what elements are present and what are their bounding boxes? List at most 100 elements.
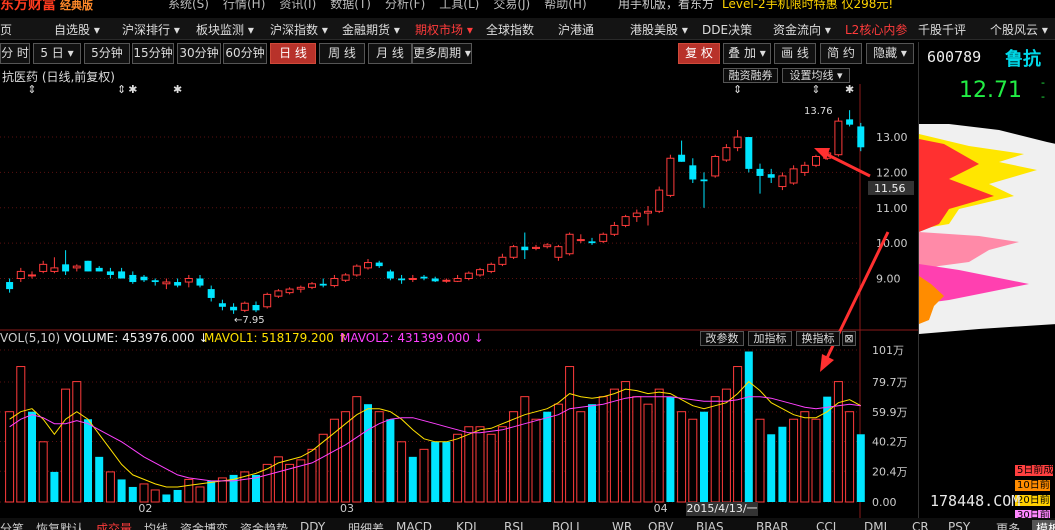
switch-indicator-button[interactable]: 换指标 xyxy=(796,331,840,346)
volume-bar xyxy=(364,404,372,502)
toolbar-button[interactable]: 叠 加 ▾ xyxy=(723,43,771,64)
top-menu-item[interactable]: 帮助(H) xyxy=(544,0,586,11)
volume-bar xyxy=(475,426,485,503)
indicator-tab[interactable]: OBV xyxy=(648,520,674,530)
event-marker-icon[interactable]: ✱ xyxy=(128,84,137,96)
candle-body xyxy=(375,262,383,267)
period-button[interactable]: 分 时 xyxy=(0,43,30,64)
indicator-tab[interactable]: DDY xyxy=(300,520,325,530)
nav-item[interactable]: DDE决策 xyxy=(702,21,752,38)
stock-name: 鲁抗 xyxy=(1005,49,1041,70)
volume-bar xyxy=(150,489,160,503)
indicator-tab[interactable]: MACD xyxy=(396,520,432,530)
close-indicator-icon[interactable]: ⊠ xyxy=(842,331,856,346)
indicator-tab[interactable]: WR xyxy=(612,520,632,530)
indicator-tab[interactable]: BRAR xyxy=(756,520,789,530)
indicator-tab[interactable]: 明细差 xyxy=(348,520,384,530)
top-menu-item[interactable]: 行情(H) xyxy=(223,0,265,11)
candle-body xyxy=(420,276,428,279)
period-button[interactable]: 5 日 ▾ xyxy=(33,43,81,64)
indicator-tab[interactable]: PSY xyxy=(948,520,970,530)
candle-body xyxy=(28,274,36,277)
toolbar-button[interactable]: 复 权 xyxy=(678,43,720,64)
event-marker-icon[interactable]: ⇕ xyxy=(811,84,820,96)
event-marker-icon[interactable]: ⇕ xyxy=(733,84,742,96)
nav-item[interactable]: 资金流向 ▾ xyxy=(773,21,831,38)
price-tick-label: 11.00 xyxy=(876,202,908,215)
indicator-tab[interactable]: CCI xyxy=(816,520,836,530)
indicator-tab[interactable]: 模板 xyxy=(1032,520,1055,530)
period-button[interactable]: 5分钟 xyxy=(84,43,130,64)
period-button[interactable]: 更多周期 ▾ xyxy=(412,43,472,64)
candle-body xyxy=(487,263,496,272)
volume-bar xyxy=(509,411,519,503)
nav-item[interactable]: L2核心内参 xyxy=(845,21,907,38)
indicator-tab[interactable]: 恢复默认 xyxy=(36,520,84,530)
candle-body xyxy=(812,155,820,166)
event-marker-icon[interactable]: ✱ xyxy=(845,84,854,96)
period-button[interactable]: 15分钟 xyxy=(132,43,174,64)
add-indicator-button[interactable]: 加指标 xyxy=(748,331,792,346)
nav-item[interactable]: 自选股 ▾ xyxy=(54,21,100,38)
volume-bar xyxy=(700,411,708,502)
nav-item[interactable]: 页 xyxy=(0,21,12,38)
change-params-button[interactable]: 改参数 xyxy=(700,331,744,346)
period-button[interactable]: 日 线 xyxy=(270,43,316,64)
period-button[interactable]: 周 线 xyxy=(319,43,365,64)
indicator-tab[interactable]: 资金博弈 xyxy=(180,520,228,530)
indicator-tab[interactable]: 分笔 xyxy=(0,520,24,530)
volume-bar xyxy=(767,434,776,502)
nav-item[interactable]: 沪港通 xyxy=(558,21,594,38)
toolbar-button[interactable]: 简 约 xyxy=(820,43,862,64)
nav-item[interactable]: 沪深排行 ▾ xyxy=(122,21,180,38)
nav-item[interactable]: 板块监测 ▾ xyxy=(196,21,254,38)
event-marker-icon[interactable]: ✱ xyxy=(173,84,182,96)
nav-item[interactable]: 千股千评 xyxy=(918,21,966,38)
top-menu-item[interactable]: 系统(S) xyxy=(168,0,209,11)
nav-item[interactable]: 金融期货 ▾ xyxy=(342,21,400,38)
stock-code: 600789 xyxy=(927,48,982,66)
ma-settings-button[interactable]: 设置均线 ▾ xyxy=(782,68,850,83)
toolbar-button[interactable]: 画 线 xyxy=(774,43,816,64)
nav-item[interactable]: 港股美股 ▾ xyxy=(630,21,688,38)
event-marker-icon[interactable]: ⇕ xyxy=(117,84,126,96)
period-button[interactable]: 30分钟 xyxy=(177,43,221,64)
top-menu-item[interactable]: 数据(T) xyxy=(330,0,371,11)
indicator-tab[interactable]: 更多 xyxy=(996,520,1020,530)
volume-bar xyxy=(744,351,753,502)
period-button[interactable]: 60分钟 xyxy=(223,43,267,64)
indicator-tab[interactable]: BOLL xyxy=(552,520,583,530)
top-menu-item[interactable]: 交易(J) xyxy=(493,0,530,11)
period-button[interactable]: 月 线 xyxy=(368,43,412,64)
volume-bar xyxy=(139,483,149,503)
volume-bar xyxy=(823,396,832,502)
candle-body xyxy=(319,283,327,286)
promo-banner[interactable]: 用手机版，看东方 Level-2手机限时特惠 仅298元! xyxy=(618,0,893,12)
kline-chart[interactable]: 13.0012.0011.0010.009.00101万79.7万59.9万40… xyxy=(0,84,918,518)
indicator-tab[interactable]: DMI xyxy=(864,520,887,530)
nav-item[interactable]: 全球指数 xyxy=(486,21,534,38)
event-marker-icon[interactable]: ⇕ xyxy=(27,84,36,96)
margin-trading-button[interactable]: 融资融券 xyxy=(723,68,778,83)
indicator-tab[interactable]: BIAS xyxy=(696,520,724,530)
volume-bar xyxy=(778,426,787,502)
indicator-tab[interactable]: 成交量 xyxy=(96,520,132,530)
nav-item[interactable]: 期权市场 ▾ xyxy=(415,21,473,38)
chart-title-row: 抗医药 (日线,前复权) 融资融券 设置均线 ▾ xyxy=(0,68,918,84)
candle-body xyxy=(543,244,552,248)
top-menu-item[interactable]: 工具(L) xyxy=(439,0,479,11)
indicator-tab[interactable]: 均线 xyxy=(144,520,168,530)
volume-bar xyxy=(95,456,104,502)
indicator-tab[interactable]: RSI xyxy=(504,520,524,530)
nav-item[interactable]: 个股风云 ▾ xyxy=(990,21,1048,38)
indicator-tab[interactable]: CR xyxy=(912,520,929,530)
indicator-tab[interactable]: 资金趋势 xyxy=(240,520,288,530)
top-menu-item[interactable]: 资讯(I) xyxy=(279,0,316,11)
volume-bar xyxy=(207,480,216,502)
volume-bar xyxy=(588,404,596,502)
toolbar-button[interactable]: 隐藏 ▾ xyxy=(866,43,914,64)
indicator-tab[interactable]: KDJ xyxy=(456,520,477,530)
top-menu-item[interactable]: 分析(F) xyxy=(385,0,425,11)
nav-item[interactable]: 沪深指数 ▾ xyxy=(270,21,328,38)
current-price-label: 11.56 xyxy=(874,182,906,195)
